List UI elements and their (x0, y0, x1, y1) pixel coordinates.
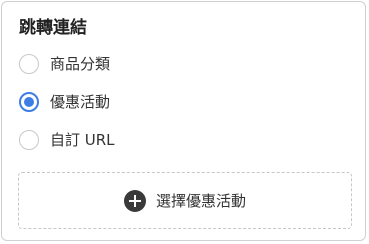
select-promotion-label: 選擇優惠活動 (155, 191, 246, 210)
radio-button-promotion[interactable] (19, 92, 39, 112)
radio-option-promotion[interactable]: 優惠活動 (19, 91, 110, 113)
plus-circle-icon (123, 189, 146, 212)
radio-option-custom-url[interactable]: 自訂 URL (19, 129, 115, 151)
radio-label-promotion: 優惠活動 (50, 93, 111, 111)
radio-button-custom-url[interactable] (19, 130, 39, 150)
radio-button-product-category[interactable] (19, 54, 39, 74)
radio-label-product-category: 商品分類 (50, 55, 111, 73)
section-title: 跳轉連結 (19, 18, 87, 38)
radio-option-product-category[interactable]: 商品分類 (19, 53, 110, 75)
select-promotion-button[interactable]: 選擇優惠活動 (18, 172, 352, 229)
link-settings-panel: 跳轉連結 商品分類 優惠活動 自訂 URL 選擇優惠活動 (1, 1, 366, 241)
radio-label-custom-url: 自訂 URL (50, 131, 115, 149)
